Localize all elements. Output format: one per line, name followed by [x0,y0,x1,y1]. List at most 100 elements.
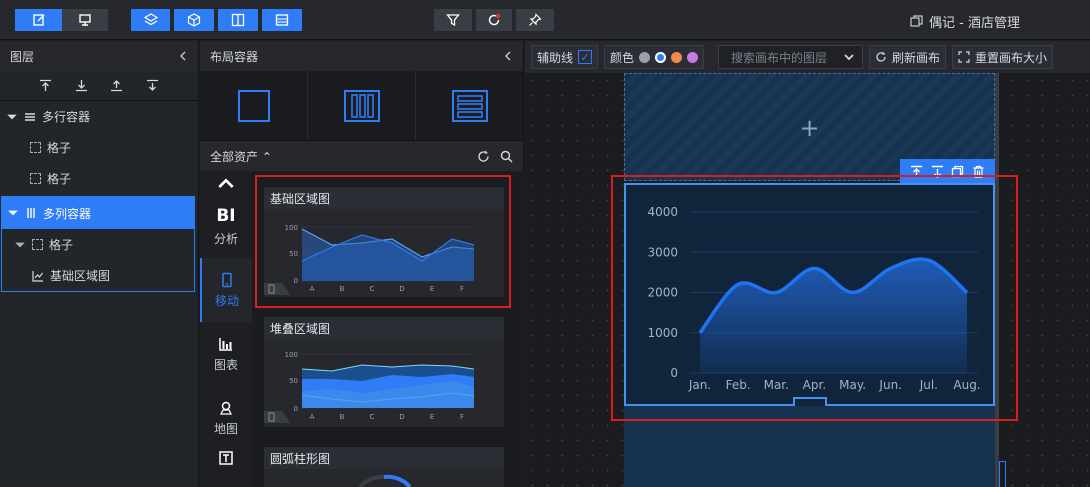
chevron-up-icon [218,178,234,188]
thumb-x-label: E [430,413,434,421]
reset-canvas-size-button[interactable]: 重置画布大小 [952,45,1054,69]
device-icon [79,14,91,26]
cell-icon [30,142,41,153]
thumb-x-label: B [340,413,345,421]
caret-down-icon[interactable] [7,207,19,219]
columns-button[interactable] [218,9,258,31]
category-analysis[interactable]: BI 分析 [200,194,252,258]
thumb-x-label: D [399,413,404,421]
search-icon[interactable] [500,150,513,163]
category-text[interactable] [200,450,252,470]
bi-icon: BI [216,205,236,226]
layer-label: 格子 [47,141,72,155]
pin-button[interactable] [516,9,554,31]
assets-bar: 全部资产 ⌃ [200,141,523,171]
rows-layout-option[interactable] [416,71,523,140]
highlight-annotation [255,175,511,308]
caret-down-icon[interactable] [6,111,18,123]
scroll-up-button[interactable] [200,172,252,194]
thumb-x-label: F [460,413,464,421]
layers-panel: 图层 多行容器 格子 格子 多列容器 格子 基础区域图 [0,41,199,487]
filter-icon [446,14,460,27]
all-assets-dropdown[interactable]: 全部资产 ⌃ [210,148,272,165]
edit-icon [32,14,44,26]
layer-label: 格子 [49,238,74,252]
asset-arc-bar-chart[interactable]: 圆弧柱形图 [264,447,504,487]
single-box-icon [237,89,270,122]
canvas-layer-search[interactable]: 搜索画布中的图层 [718,45,864,69]
component-button[interactable] [174,9,214,31]
category-label: 地图 [213,421,238,436]
move-to-bottom-icon[interactable] [75,79,88,92]
layer-row-columns-container[interactable]: 多列容器 [2,197,194,229]
reset-canvas-label: 重置画布大小 [975,50,1048,65]
edit-mode-button[interactable] [15,9,62,31]
color-swatch-purple[interactable] [687,51,699,63]
layer-label: 多列容器 [43,206,92,221]
rows-button[interactable] [262,9,302,31]
rows-layer-icon [25,112,35,121]
layer-order-tools [0,71,198,101]
guides-checkbox[interactable]: ✓ [578,50,593,64]
category-mobile[interactable]: 移动 [200,258,252,322]
layer-row-cell[interactable]: 格子 [0,132,198,163]
layer-row-area-chart[interactable]: 基础区域图 [2,260,194,291]
cell-icon [30,173,41,184]
three-rows-icon [451,89,488,122]
layer-row-cell[interactable]: 格子 [0,163,198,194]
category-chart[interactable]: 图表 [200,322,252,386]
container-panel-title: 布局容器 [210,49,259,64]
single-layout-option[interactable] [200,71,308,140]
refresh-canvas-label: 刷新画布 [892,50,941,65]
collapse-panel-icon[interactable] [178,51,188,61]
layers-button[interactable] [131,9,170,31]
selected-layer-group: 多列容器 格子 基础区域图 [1,196,195,292]
move-up-icon[interactable] [110,79,123,92]
design-canvas[interactable]: + 4000 3000 2000 1000 0 Jan. Feb. Mar. Apr. May.… [525,73,1090,487]
collapse-panel-icon[interactable] [503,51,513,61]
device-mode-button[interactable] [62,9,108,31]
top-toolbar: 偶记 - 酒店管理 [0,0,1090,40]
refresh-canvas-button[interactable]: 刷新画布 [869,45,947,69]
refresh-icon[interactable] [477,150,490,163]
color-swatch-blue[interactable] [655,51,667,63]
stacked-area-thumbnail: 100 50 0 A B C D E F [264,351,475,423]
move-to-top-icon[interactable] [39,79,52,92]
sync-button[interactable] [476,9,512,31]
highlight-annotation [611,175,1018,421]
search-placeholder: 搜索画布中的图层 [731,50,828,65]
guides-label: 辅助线 [537,50,574,65]
filter-button[interactable] [434,9,472,31]
layer-row-cell[interactable]: 格子 [2,229,194,260]
layout-presets [200,71,523,141]
chevron-down-icon [844,54,854,61]
add-component-icon[interactable]: + [625,114,994,142]
caret-down-icon[interactable] [14,239,26,251]
color-swatch-orange[interactable] [671,51,683,63]
canvas-toolbar: 辅助线 ✓ 颜色 搜索画布中的图层 刷新画布 重置画布大小 [525,41,1090,73]
asset-stacked-area-chart[interactable]: 堆叠区域图 100 50 0 A B C D E F [264,317,504,427]
container-panel-header: 布局容器 [200,41,523,71]
pin-icon [529,13,542,26]
columns-layout-option[interactable] [308,71,416,140]
asset-title: 圆弧柱形图 [264,447,504,469]
mobile-icon [222,272,232,287]
rows-icon [275,14,289,26]
line-chart-icon [32,270,43,282]
layer-label: 格子 [47,172,72,186]
color-swatch-gray[interactable] [639,51,651,63]
columns-icon [231,13,245,27]
cube-icon [187,13,201,27]
canvas-scrollbar[interactable] [999,461,1006,487]
guides-toggle[interactable]: 辅助线 ✓ [531,45,599,69]
category-map[interactable]: 地图 [200,386,252,450]
layers-title: 图层 [10,49,35,64]
layer-row-rows-container[interactable]: 多行容器 [0,101,198,132]
assets-tools [477,150,513,163]
thumb-y-label: 50 [289,377,298,385]
layers-header: 图层 [0,41,198,71]
copy-icon [910,15,923,27]
move-down-icon[interactable] [146,79,159,92]
all-assets-label: 全部资产 [210,149,259,164]
text-icon [219,451,233,465]
